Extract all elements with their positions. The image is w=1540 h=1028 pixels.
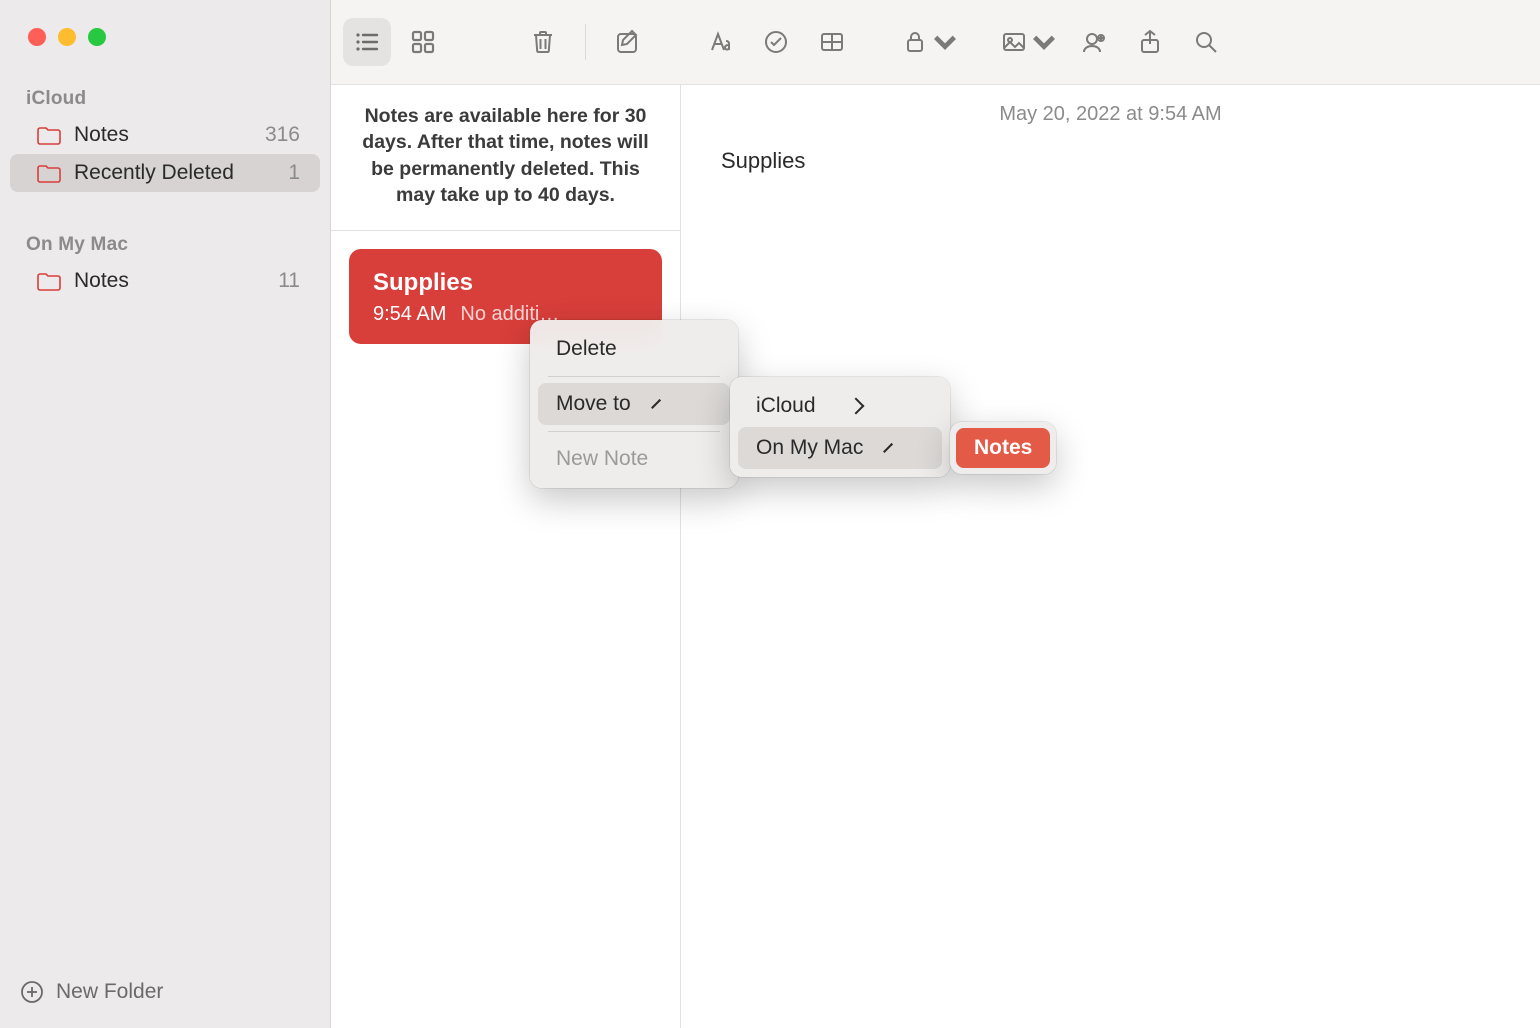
move-to-submenu: iCloud On My Mac <box>730 377 950 477</box>
chevron-right-icon <box>883 443 893 453</box>
checklist-button[interactable] <box>752 18 800 66</box>
chevron-right-icon <box>848 398 865 415</box>
collaborate-icon <box>1080 28 1108 56</box>
close-window-button[interactable] <box>28 28 46 46</box>
deletion-notice: Notes are available here for 30 days. Af… <box>331 85 680 231</box>
note-editor: May 20, 2022 at 9:54 AM Supplies <box>681 0 1540 1028</box>
checklist-icon <box>762 28 790 56</box>
media-button[interactable] <box>996 18 1062 66</box>
photo-icon <box>1000 28 1028 56</box>
maximize-window-button[interactable] <box>88 28 106 46</box>
note-title: Supplies <box>373 269 638 297</box>
folder-icon <box>36 162 62 184</box>
sidebar: iCloud Notes 316 Recently Deleted 1 On M… <box>0 0 331 1028</box>
chevron-down-icon <box>1030 28 1058 56</box>
minimize-window-button[interactable] <box>58 28 76 46</box>
gallery-view-button[interactable] <box>399 18 447 66</box>
move-to-on-my-mac[interactable]: On My Mac <box>738 427 942 469</box>
share-button[interactable] <box>1126 18 1174 66</box>
chevron-down-icon <box>931 28 959 56</box>
context-menu-move-to[interactable]: Move to <box>538 383 730 425</box>
new-folder-label: New Folder <box>56 980 163 1004</box>
context-menu-delete[interactable]: Delete <box>538 328 730 370</box>
context-menu: Delete Move to New Note <box>530 320 738 488</box>
toolbar <box>331 0 1540 85</box>
toolbar-separator <box>585 24 586 60</box>
plus-circle-icon <box>20 980 44 1004</box>
note-body[interactable]: Supplies <box>681 130 1540 192</box>
destination-notes[interactable]: Notes <box>956 428 1050 468</box>
format-button[interactable] <box>696 18 744 66</box>
chevron-right-icon <box>651 399 661 409</box>
list-icon <box>353 28 381 56</box>
text-format-icon <box>706 28 734 56</box>
list-view-button[interactable] <box>343 18 391 66</box>
new-folder-button[interactable]: New Folder <box>0 980 330 1028</box>
collaborate-button[interactable] <box>1070 18 1118 66</box>
lock-icon <box>901 28 929 56</box>
search-button[interactable] <box>1182 18 1230 66</box>
sidebar-folder-label: Notes <box>74 123 265 147</box>
compose-icon <box>614 28 642 56</box>
sidebar-folder-label: Notes <box>74 269 278 293</box>
window-controls <box>0 0 330 46</box>
sidebar-section-label: iCloud <box>0 46 330 116</box>
sidebar-folder-count: 316 <box>265 123 300 147</box>
move-to-icloud[interactable]: iCloud <box>738 385 942 427</box>
delete-button[interactable] <box>519 18 567 66</box>
sidebar-folder-count: 11 <box>278 269 300 293</box>
sidebar-folders-icloud: Notes 316 Recently Deleted 1 <box>0 116 330 192</box>
grid-icon <box>409 28 437 56</box>
menu-separator <box>548 431 720 432</box>
sidebar-folder-count: 1 <box>288 161 300 185</box>
sidebar-folder-label: Recently Deleted <box>74 161 288 185</box>
note-time: 9:54 AM <box>373 303 446 325</box>
table-icon <box>818 28 846 56</box>
lock-button[interactable] <box>900 18 960 66</box>
sidebar-folder-notes-local[interactable]: Notes 11 <box>10 262 320 300</box>
sidebar-section-label: On My Mac <box>0 192 330 262</box>
notes-list-column: Notes are available here for 30 days. Af… <box>331 0 681 1028</box>
folder-icon <box>36 124 62 146</box>
context-menu-new-note: New Note <box>538 438 730 480</box>
destination-submenu: Notes <box>950 422 1056 474</box>
sidebar-folder-recently-deleted[interactable]: Recently Deleted 1 <box>10 154 320 192</box>
menu-separator <box>548 376 720 377</box>
folder-icon <box>36 270 62 292</box>
table-button[interactable] <box>808 18 856 66</box>
share-icon <box>1136 28 1164 56</box>
search-icon <box>1192 28 1220 56</box>
compose-button[interactable] <box>604 18 652 66</box>
note-date: May 20, 2022 at 9:54 AM <box>681 85 1540 130</box>
sidebar-folder-notes[interactable]: Notes 316 <box>10 116 320 154</box>
trash-icon <box>529 28 557 56</box>
sidebar-folders-local: Notes 11 <box>0 262 330 300</box>
